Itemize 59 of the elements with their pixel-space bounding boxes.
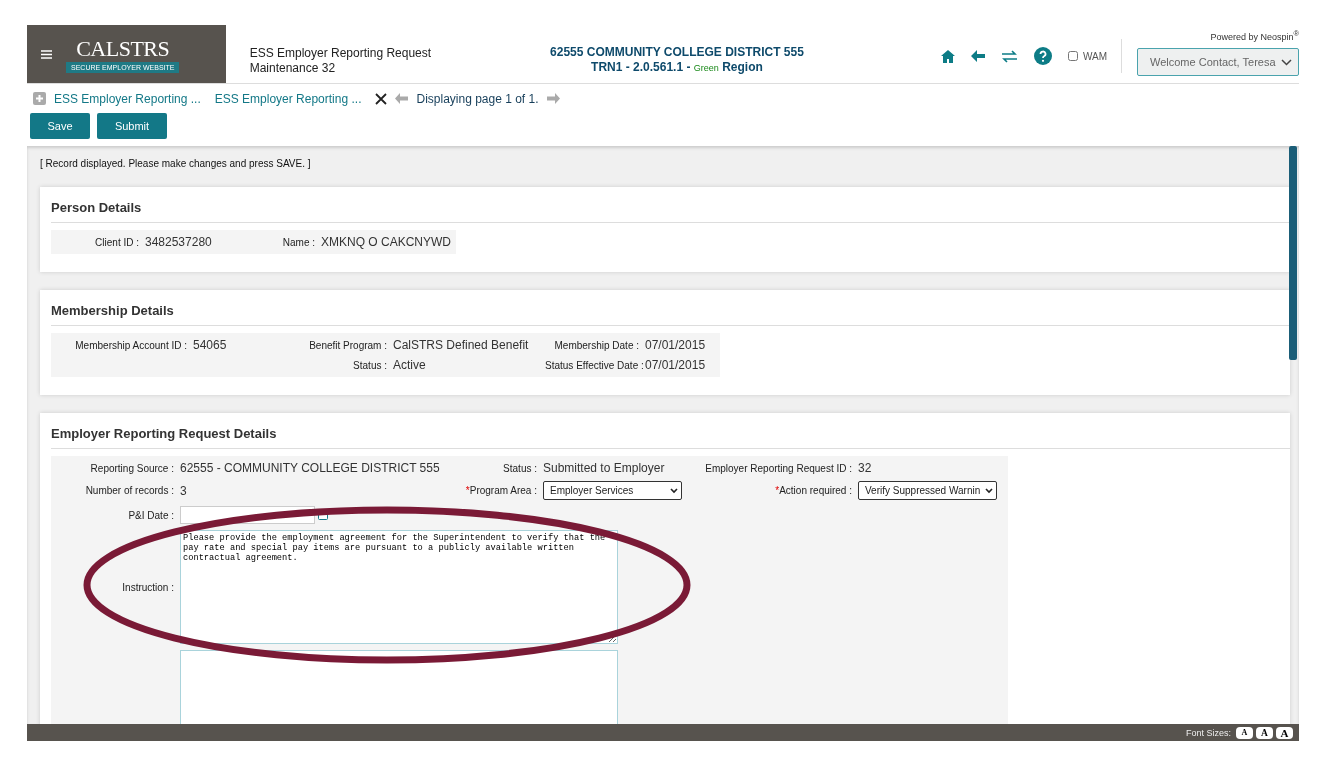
field-label: *Program Area : — [464, 485, 538, 496]
submit-button[interactable]: Submit — [97, 113, 167, 139]
field-label: Client ID : — [94, 236, 140, 248]
field-value: CalSTRS Defined Benefit — [393, 338, 530, 352]
help-icon[interactable] — [1033, 47, 1052, 65]
field-value: 07/01/2015 — [645, 358, 707, 372]
font-size-button[interactable]: A — [1236, 726, 1253, 739]
chevron-down-icon[interactable] — [670, 487, 678, 494]
section-title: Person Details — [51, 187, 1290, 223]
chevron-down-icon[interactable] — [1281, 58, 1292, 66]
wam-checkbox[interactable] — [1067, 51, 1078, 61]
page-title: ESS Employer Reporting Request Maintenance 32 — [249, 46, 433, 77]
back-arrow-icon[interactable] — [970, 50, 985, 62]
field-label: Employer Reporting Request ID : — [704, 462, 853, 474]
wam-label: WAM — [1082, 50, 1107, 62]
field-value: 54065 — [193, 338, 228, 352]
field-label: Status : — [352, 359, 388, 371]
field-value: 32 — [858, 461, 873, 475]
logo-title: CALSTRS — [76, 35, 170, 62]
font-size-button[interactable]: A — [1276, 726, 1293, 739]
field-value: 07/01/2015 — [645, 338, 707, 352]
field-value: XMKNQ O CAKCNYWD — [321, 235, 452, 249]
chevron-down-icon[interactable] — [985, 487, 993, 494]
field-label: Benefit Program : — [308, 339, 388, 351]
user-menu[interactable]: Welcome Contact, Teresa — [1137, 48, 1299, 76]
field-label: Status Effective Date : — [545, 359, 645, 371]
close-icon[interactable] — [375, 92, 388, 105]
field-label: *Action required : — [774, 485, 853, 496]
field-label: Membership Date : — [553, 339, 640, 351]
field-label: Membership Account ID : — [74, 339, 188, 351]
select-field[interactable]: Verify Suppressed Warnin — [858, 481, 997, 500]
menu-icon[interactable] — [41, 49, 52, 59]
section-title: Membership Details — [51, 290, 1290, 326]
font-sizes-label: Font Sizes: — [1185, 727, 1231, 738]
breadcrumb-tab[interactable]: ESS Employer Reporting ... — [214, 91, 362, 106]
paging-info: Displaying page 1 of 1. — [416, 91, 539, 106]
field-value: 62555 - COMMUNITY COLLEGE DISTRICT 555 — [180, 461, 441, 475]
font-size-button[interactable]: A — [1256, 726, 1273, 739]
section-title: Employer Reporting Request Details — [51, 413, 1290, 449]
organization-name: 62555 COMMUNITY COLLEGE DISTRICT 555 — [549, 45, 805, 60]
status-message: [ Record displayed. Please make changes and press SAVE. ] — [40, 158, 312, 169]
field-value: 3 — [180, 483, 188, 498]
field-value: 3482537280 — [145, 235, 213, 249]
breadcrumb-tab[interactable]: ESS Employer Reporting ... — [54, 91, 201, 106]
field-label: Reporting Source : — [89, 462, 175, 474]
field-label: Number of records : — [84, 485, 175, 496]
field-value: Active — [393, 358, 427, 372]
save-button[interactable]: Save — [30, 113, 90, 139]
field-value: Submitted to Employer — [543, 461, 666, 475]
field-label: P&I Date : — [127, 509, 175, 521]
field-label: Name : — [281, 236, 316, 248]
select-field[interactable]: Employer Services — [543, 481, 682, 500]
field-label: Instruction : — [121, 581, 175, 593]
field-label: Status : — [502, 462, 538, 474]
powered-by: Powered by Neospin$^{®}$ — [1210, 29, 1299, 42]
version-info: TRN1 - 2.0.561.1 - Green Region — [590, 60, 764, 76]
scrollbar-thumb[interactable] — [1289, 146, 1297, 360]
home-icon[interactable] — [940, 49, 955, 63]
swap-arrows-icon[interactable] — [1000, 49, 1018, 63]
